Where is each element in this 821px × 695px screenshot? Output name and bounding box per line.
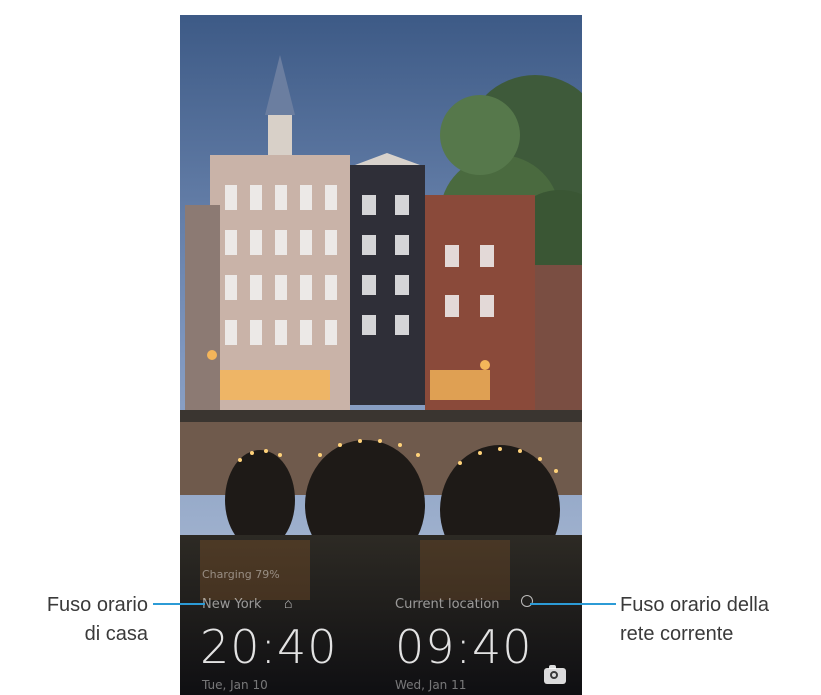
network-timezone-callout: Fuso orario della rete corrente [620,591,820,649]
home-timezone-leader-line [153,603,205,605]
camera-icon[interactable] [544,665,566,684]
home-timezone-callout: Fuso orario di casa [8,591,148,649]
home-time: 20:40 [200,620,338,674]
phone-lockscreen: Charging 79% New York ⌂ Current location… [180,15,582,695]
home-timezone-callout-line2: di casa [84,623,148,645]
current-city-label: Current location [395,597,500,612]
network-timezone-leader-line [530,603,616,605]
current-time: 09:40 [395,620,533,674]
home-city-label: New York [202,597,262,612]
charging-status: Charging 79% [202,568,280,581]
network-timezone-callout-line1: Fuso orario della [620,594,769,616]
wallpaper-image [180,15,582,695]
home-timezone-callout-line1: Fuso orario [46,594,148,616]
home-date: Tue, Jan 10 [202,678,268,692]
current-date: Wed, Jan 11 [395,678,467,692]
home-icon: ⌂ [284,595,293,611]
network-timezone-callout-line2: rete corrente [620,623,734,645]
location-icon [521,595,533,607]
